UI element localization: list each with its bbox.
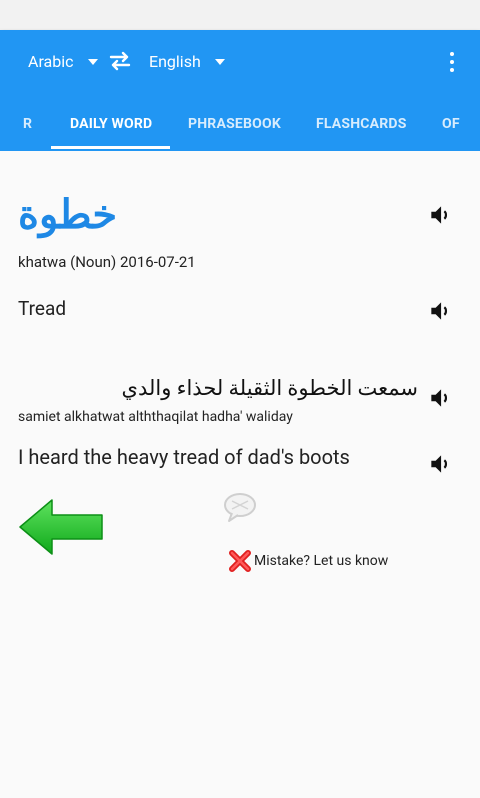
- language-selector-row: Arabic English: [0, 30, 480, 94]
- daily-word-content: خطوة khatwa (Noun) 2016-07-21 Tread سمعت…: [0, 151, 480, 798]
- swap-icon[interactable]: [108, 50, 132, 72]
- speaker-icon[interactable]: [427, 298, 453, 324]
- dropdown-caret-icon: [87, 58, 98, 65]
- comment-icon[interactable]: [222, 491, 258, 523]
- word-translation: Tread: [18, 297, 67, 320]
- example-sentence-arabic: سمعت الخطوة الثقيلة لحذاء والدي: [121, 377, 418, 401]
- speaker-icon[interactable]: [427, 202, 453, 228]
- source-language-label: Arabic: [28, 52, 74, 71]
- more-vert-icon[interactable]: [445, 50, 459, 74]
- report-mistake-link[interactable]: Mistake? Let us know: [228, 549, 388, 573]
- tab-partial-right[interactable]: OF: [442, 116, 460, 132]
- tab-daily-word[interactable]: DAILY WORD: [70, 116, 152, 132]
- dropdown-caret-icon: [214, 58, 225, 65]
- app-bar: Arabic English R DAILY WORD PHRASEBOOK F…: [0, 30, 480, 151]
- target-language-dropdown[interactable]: English: [149, 52, 225, 71]
- example-sentence-transliteration: samiet alkhatwat alththaqilat hadha' wal…: [18, 409, 293, 425]
- tab-phrasebook[interactable]: PHRASEBOOK: [188, 116, 281, 132]
- speaker-icon[interactable]: [427, 451, 453, 477]
- speaker-icon[interactable]: [427, 385, 453, 411]
- target-language-label: English: [149, 52, 201, 71]
- close-x-icon: [229, 550, 251, 572]
- mistake-label: Mistake? Let us know: [254, 553, 389, 569]
- source-language-dropdown[interactable]: Arabic: [28, 52, 98, 71]
- word-transliteration: khatwa (Noun) 2016-07-21: [18, 253, 196, 271]
- daily-word-arabic: خطوة: [18, 191, 118, 238]
- tab-bar: R DAILY WORD PHRASEBOOK FLASHCARDS OF: [0, 94, 480, 151]
- example-sentence-english: I heard the heavy tread of dad's boots: [18, 445, 350, 469]
- tab-partial-left[interactable]: R: [23, 116, 32, 132]
- back-arrow-icon[interactable]: [18, 498, 104, 556]
- status-bar: [0, 0, 480, 30]
- tab-indicator: [51, 146, 170, 149]
- tab-flashcards[interactable]: FLASHCARDS: [316, 116, 407, 132]
